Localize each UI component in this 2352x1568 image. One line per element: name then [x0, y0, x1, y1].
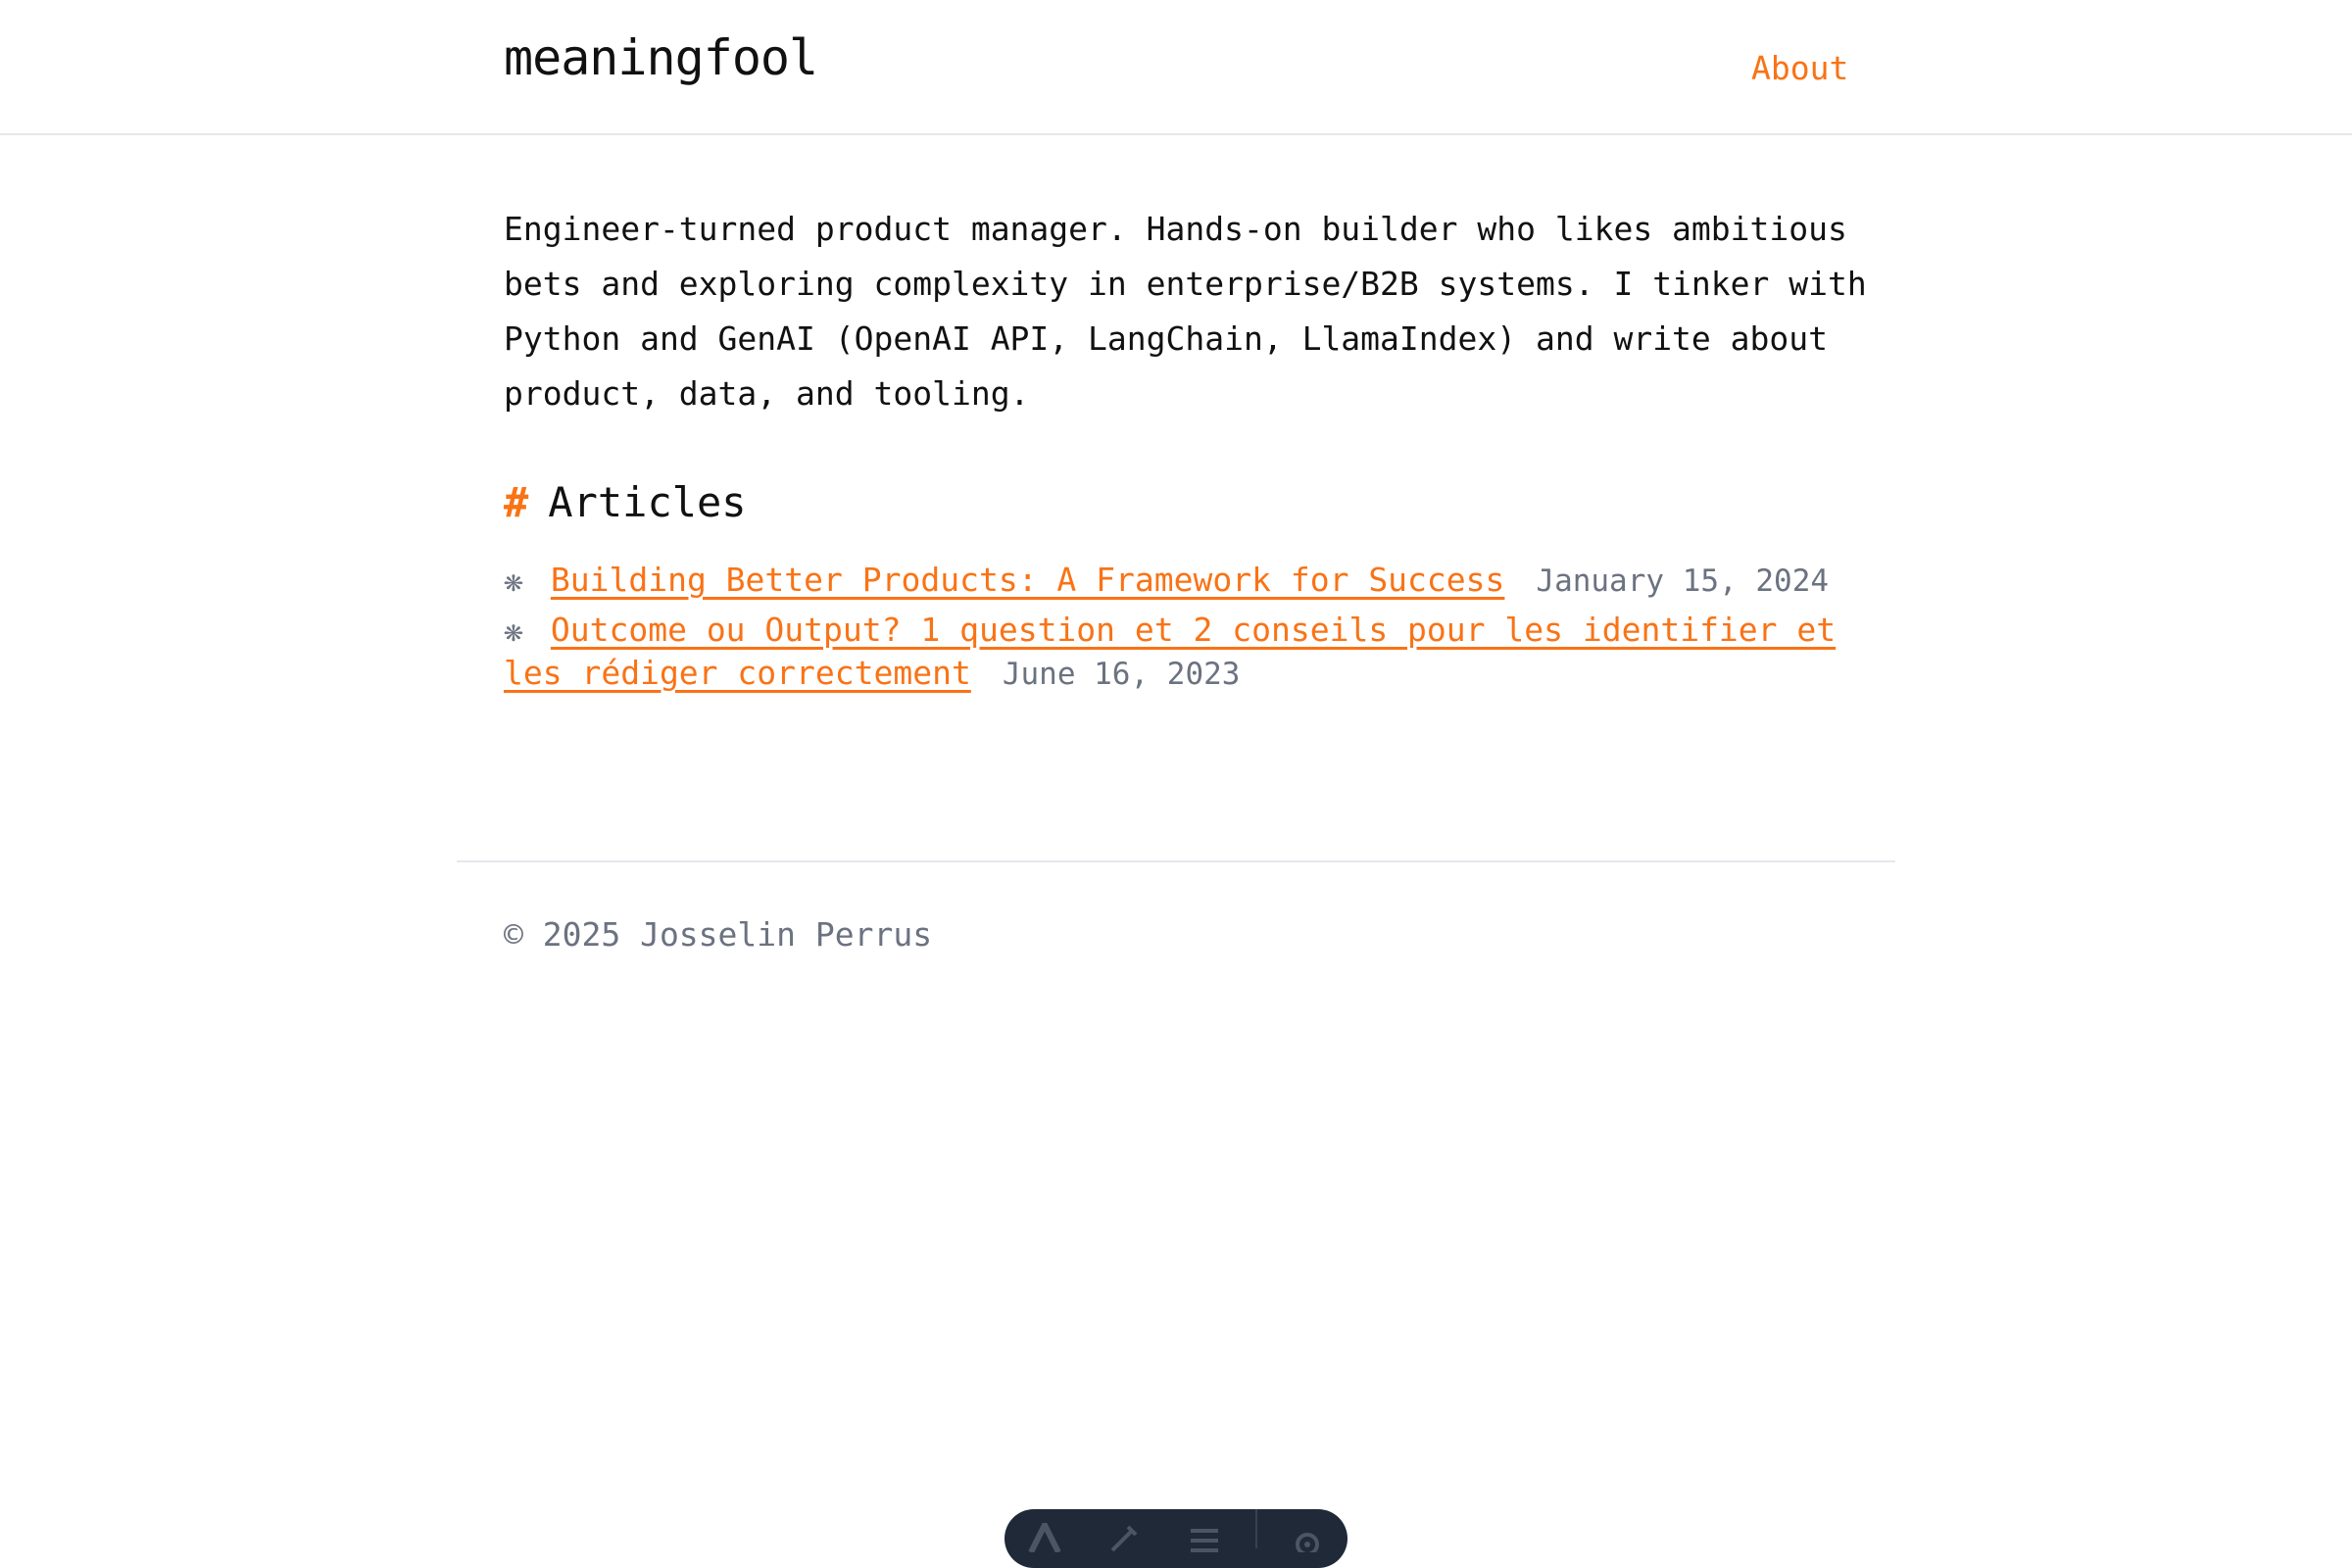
footer-divider: [457, 860, 1895, 862]
bullet-icon: ❋: [504, 611, 523, 649]
menu-icon[interactable]: [1175, 1523, 1234, 1558]
article-item: ❋ Building Better Products: A Framework f…: [504, 559, 1876, 603]
toolbar-separator: [1254, 1509, 1257, 1548]
brush-icon[interactable]: [1095, 1523, 1153, 1558]
article-item: ❋ Outcome ou Output? 1 question et 2 cons…: [504, 609, 1876, 696]
intro-paragraph: Engineer-turned product manager. Hands-o…: [504, 210, 1867, 413]
heading-hash-icon: #: [504, 478, 529, 526]
bullet-icon: ❋: [504, 561, 523, 599]
site-header: meaningfool About: [0, 0, 2352, 135]
font-icon[interactable]: [1015, 1518, 1074, 1558]
site-brand[interactable]: meaningfool: [504, 29, 818, 86]
article-date: June 16, 2023: [1002, 657, 1241, 692]
floating-toolbar: [1004, 1509, 1348, 1568]
nav-about-link[interactable]: About: [1751, 49, 1848, 87]
articles-heading-text: Articles: [548, 478, 747, 526]
article-date: January 15, 2024: [1536, 564, 1830, 599]
gear-icon[interactable]: [1278, 1523, 1337, 1558]
article-link[interactable]: Building Better Products: A Framework fo…: [551, 561, 1505, 599]
article-list: ❋ Building Better Products: A Framework f…: [504, 559, 1876, 702]
footer-copyright: © 2025 Josselin Perrus: [504, 915, 933, 954]
articles-heading: # Articles: [504, 478, 747, 526]
